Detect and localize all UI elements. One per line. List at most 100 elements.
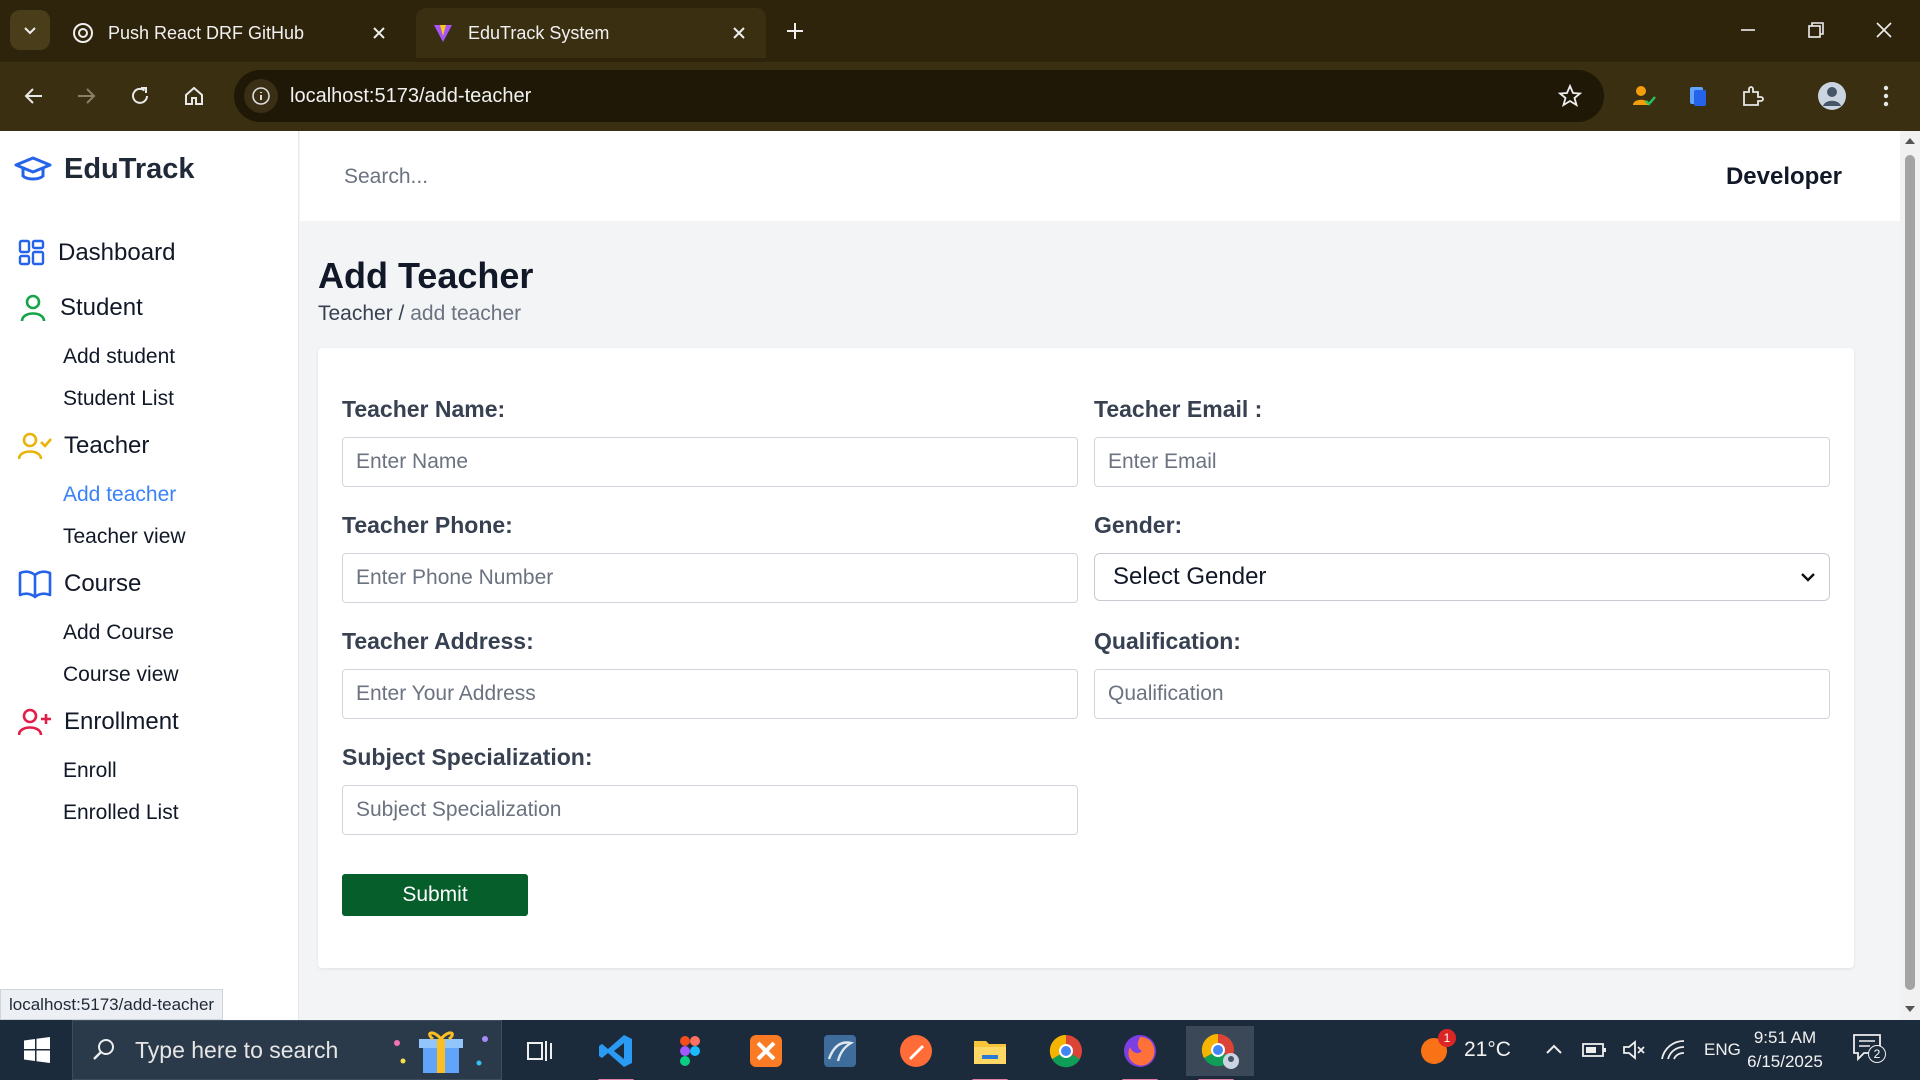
chevron-up-icon[interactable] [1544,1040,1564,1060]
sidebar-item-student[interactable]: Student [18,293,143,323]
tab-push-react[interactable]: Push React DRF GitHub [56,8,406,58]
status-url-tooltip: localhost:5173/add-teacher [0,989,224,1020]
firefox-icon [1124,1035,1156,1067]
avatar[interactable] [1812,76,1852,116]
scroll-up-icon[interactable] [1904,135,1916,147]
subject-specialization-label: Subject Specialization: [342,744,593,770]
windows-logo-icon [24,1037,50,1063]
qualification-field[interactable] [1094,669,1830,719]
profile-extension-icon[interactable] [1624,76,1664,116]
gender-label: Gender: [1094,512,1183,538]
submit-button[interactable]: Submit [342,874,528,916]
bookmark-star-icon[interactable] [1550,76,1590,116]
address-bar[interactable]: localhost:5173/add-teacher [234,70,1604,122]
teacher-email-field[interactable] [1094,437,1830,487]
task-view-button[interactable] [510,1026,570,1076]
sidebar-item-enrolled-list[interactable]: Enrolled List [63,801,179,825]
browser-chrome: Push React DRF GitHub EduTrack System lo… [0,0,1920,170]
vite-icon [432,22,454,44]
chrome-profile-icon [1201,1033,1239,1069]
scroll-down-icon[interactable] [1904,1003,1916,1015]
language-indicator[interactable]: ENG [1704,1040,1741,1060]
notification-center-button[interactable]: 2 [1852,1020,1886,1080]
page-scrollbar[interactable] [1900,131,1920,1020]
openai-icon [72,22,94,44]
taskbar-chrome[interactable] [1036,1026,1096,1076]
sidebar-item-add-student[interactable]: Add student [63,345,175,369]
close-window-button[interactable] [1864,12,1904,48]
taskbar-chrome-profile[interactable] [1186,1026,1254,1080]
back-button[interactable] [14,76,54,116]
book-open-icon [18,570,52,599]
taskbar-clock[interactable]: 9:51 AM 6/15/2025 [1740,1026,1830,1074]
sidebar-item-enrollment[interactable]: Enrollment [18,707,179,737]
sidebar-item-teacher-view[interactable]: Teacher view [63,525,186,549]
weather-widget[interactable]: 1 21°C [1418,1020,1511,1080]
clock-date: 6/15/2025 [1747,1052,1823,1071]
url-text[interactable]: localhost:5173/add-teacher [290,85,1550,108]
subject-specialization-field[interactable] [342,785,1078,835]
sidebar-item-label: Student [60,294,143,321]
sidebar-item-dashboard[interactable]: Dashboard [18,239,175,267]
site-info-icon[interactable] [244,79,278,113]
new-tab-button[interactable] [778,14,812,48]
teacher-address-field[interactable] [342,669,1078,719]
graduation-cap-icon [14,156,52,180]
user-icon [20,294,46,322]
wifi-icon[interactable] [1660,1039,1686,1061]
teacher-name-label: Teacher Name: [342,396,506,422]
minimize-button[interactable] [1728,12,1768,48]
start-button[interactable] [12,1030,62,1070]
teacher-phone-field[interactable] [342,553,1078,603]
teacher-address-label: Teacher Address: [342,628,534,654]
restore-icon [1808,22,1824,38]
figma-icon [680,1036,700,1066]
tab-search-button[interactable] [10,10,50,50]
tab-edutrack[interactable]: EduTrack System [416,8,766,58]
teacher-name-field[interactable] [342,437,1078,487]
extensions-icon[interactable] [1732,76,1772,116]
taskbar-vscode[interactable] [586,1026,646,1080]
user-check-icon [18,432,52,460]
breadcrumb-parent[interactable]: Teacher [318,302,393,325]
sidebar-item-label: Dashboard [58,239,176,266]
sidebar-item-student-list[interactable]: Student List [63,387,174,411]
clock-time: 9:51 AM [1753,1028,1817,1047]
sidebar: EduTrack Dashboard Student Add student S… [0,131,299,1020]
tab-strip: Push React DRF GitHub EduTrack System [0,0,1920,62]
close-icon[interactable] [728,22,750,44]
search-input[interactable] [330,155,830,199]
reload-button[interactable] [120,76,160,116]
taskbar-xampp[interactable] [736,1026,796,1076]
taskbar-firefox[interactable] [1110,1026,1170,1080]
gender-select-value: Select Gender [1113,563,1267,590]
chevron-down-icon [1801,573,1815,582]
weather-temperature: 21°C [1464,1038,1511,1061]
sidebar-item-teacher[interactable]: Teacher [18,431,149,461]
sidebar-item-course[interactable]: Course [18,569,141,599]
taskbar-postman[interactable] [886,1026,946,1076]
copy-extension-icon[interactable] [1678,76,1718,116]
volume-muted-icon[interactable] [1622,1039,1646,1061]
brand[interactable]: EduTrack [14,153,195,186]
taskbar-figma[interactable] [660,1026,720,1076]
close-icon[interactable] [368,22,390,44]
teacher-phone-label: Teacher Phone: [342,512,513,538]
restore-button[interactable] [1796,12,1836,48]
vscode-icon [599,1035,632,1067]
more-vertical-icon [1883,85,1889,107]
sidebar-item-add-teacher[interactable]: Add teacher [63,483,176,507]
browser-menu-button[interactable] [1866,76,1906,116]
taskbar-mysql-workbench[interactable] [810,1026,870,1076]
gender-select[interactable]: Select Gender [1094,553,1830,601]
scrollbar-thumb[interactable] [1905,155,1915,990]
home-button[interactable] [174,76,214,116]
taskbar-search[interactable]: Type here to search [72,1020,502,1080]
sidebar-item-course-view[interactable]: Course view [63,663,179,687]
sidebar-item-enroll[interactable]: Enroll [63,759,117,783]
user-name[interactable]: Developer [1726,163,1842,191]
taskbar-file-explorer[interactable] [960,1026,1020,1080]
forward-button[interactable] [66,76,106,116]
battery-icon[interactable] [1582,1040,1608,1060]
sidebar-item-add-course[interactable]: Add Course [63,621,174,645]
